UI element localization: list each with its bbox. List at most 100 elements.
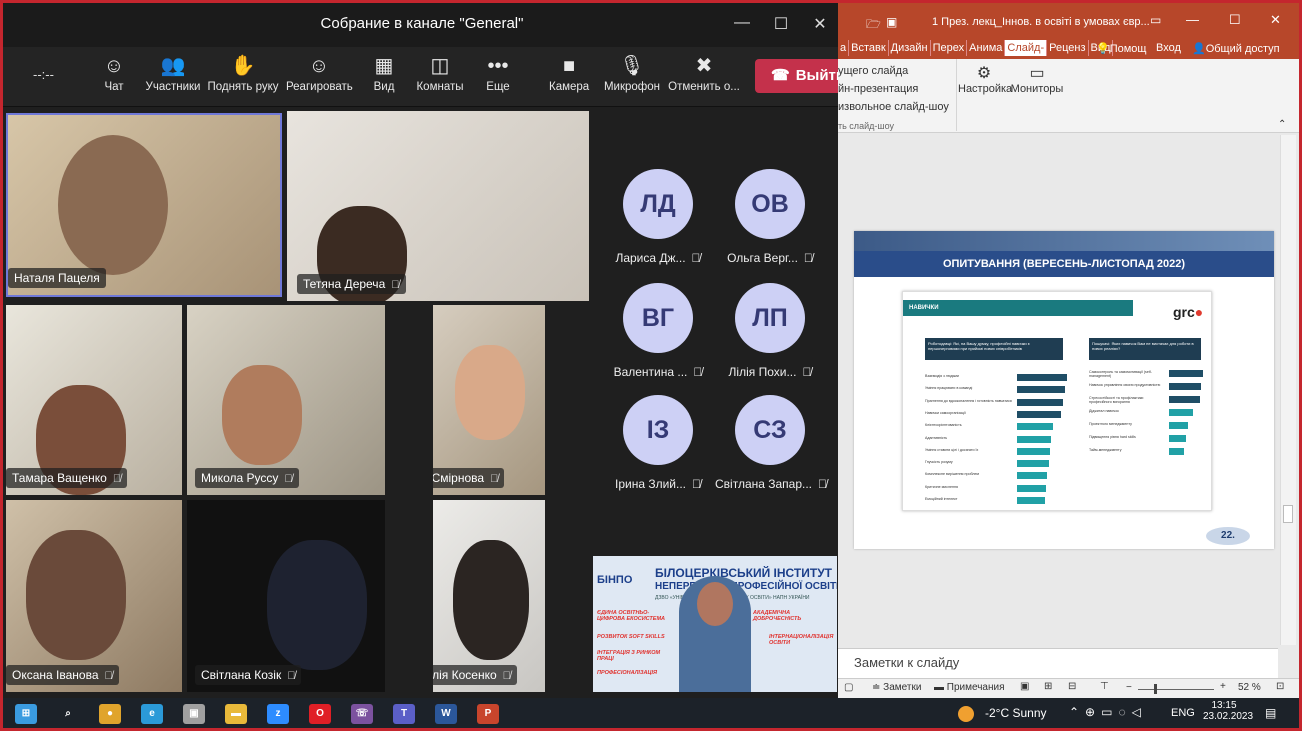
chrome-icon[interactable]: ● bbox=[99, 704, 121, 724]
zoom-level[interactable]: 52 % bbox=[1238, 682, 1261, 693]
scrollbar-thumb[interactable] bbox=[1283, 505, 1293, 523]
participant-name: Тетяна Дереча 🎙̸ bbox=[297, 274, 406, 294]
edge-icon[interactable]: e bbox=[141, 704, 163, 724]
viber-icon[interactable]: ☏ bbox=[351, 704, 373, 724]
video-tile[interactable]: Наталія Косенко🎙̸ bbox=[433, 500, 545, 692]
tell-me-icon[interactable]: 💡Помощ bbox=[1096, 42, 1146, 55]
skill-label: Емоційний інтелект bbox=[925, 497, 958, 501]
rooms-button[interactable]: ◫ Комнаты bbox=[415, 53, 465, 103]
app-icon[interactable]: ▣ bbox=[183, 704, 205, 724]
reading-view-icon[interactable]: ⊟ bbox=[1068, 681, 1076, 692]
participant-avatar[interactable]: ВГ bbox=[623, 283, 693, 353]
powerpoint-icon[interactable]: P bbox=[477, 704, 499, 724]
ribbon-display-icon[interactable]: ▭ bbox=[1150, 13, 1161, 27]
explorer-icon[interactable]: ▬ bbox=[225, 704, 247, 724]
skill-bar bbox=[1169, 435, 1186, 442]
ribbon-divider bbox=[956, 59, 957, 131]
skill-label: Взаємодія з людьми bbox=[925, 374, 959, 378]
slide[interactable]: ОПИТУВАННЯ (ВЕРЕСЕНЬ-ЛИСТОПАД 2022) НАВИ… bbox=[854, 231, 1274, 549]
presenter-video[interactable]: БІНПО БІЛОЦЕРКІВСЬКИЙ ІНСТИТУТ НЕПЕРЕРВН… bbox=[593, 556, 837, 692]
notes-button[interactable]: ≐ Заметки bbox=[872, 682, 921, 693]
slideshow-view-icon[interactable]: ⊤ bbox=[1100, 681, 1109, 692]
open-icon[interactable]: 🗁 bbox=[866, 15, 881, 36]
word-icon[interactable]: W bbox=[435, 704, 457, 724]
participant-avatar[interactable]: ОВ bbox=[735, 169, 805, 239]
sorter-view-icon[interactable]: ⊞ bbox=[1044, 681, 1052, 692]
zoom-icon[interactable]: z bbox=[267, 704, 289, 724]
close-icon[interactable]: ✕ bbox=[1270, 12, 1281, 28]
zoom-in-icon[interactable]: + bbox=[1220, 681, 1226, 692]
share-button[interactable]: 👤Общий доступ bbox=[1192, 42, 1280, 55]
teams-icon[interactable]: T bbox=[393, 704, 415, 724]
participant-name: Наталя Пацеля bbox=[8, 268, 106, 288]
maximize-icon[interactable]: ☐ bbox=[1229, 12, 1241, 28]
close-icon[interactable]: ✕ bbox=[809, 14, 831, 34]
leave-button[interactable]: ☎ Выйти bbox=[755, 59, 845, 93]
zoom-out-icon[interactable]: − bbox=[1126, 682, 1132, 693]
windows-icon[interactable]: ⊞ bbox=[15, 704, 37, 724]
weather-text[interactable]: -2°C Sunny bbox=[985, 706, 1047, 720]
ribbon-tab[interactable]: а bbox=[838, 40, 850, 56]
more-button[interactable]: ••• Еще bbox=[483, 53, 513, 103]
banner-tag: ЄДИНА ОСВІТНЬО-ЦИФРОВА ЕКОСИСТЕМА bbox=[597, 610, 665, 622]
ribbon-tab[interactable]: Слайд- bbox=[1005, 40, 1048, 56]
camera-button[interactable]: ■ Камера bbox=[549, 53, 589, 103]
fit-slide-icon[interactable]: ⊡ bbox=[1276, 681, 1284, 692]
ribbon-item[interactable]: йн-презентация bbox=[838, 83, 918, 95]
search-icon[interactable]: ⌕ bbox=[57, 704, 79, 724]
status-icon[interactable]: ▢ bbox=[844, 682, 853, 693]
participant-avatar[interactable]: ЛП bbox=[735, 283, 805, 353]
ribbon-item[interactable]: извольное слайд-шоу bbox=[838, 101, 949, 113]
ribbon-tab[interactable]: Перех bbox=[930, 40, 968, 56]
participant-avatar[interactable]: ІЗ bbox=[623, 395, 693, 465]
notifications-icon[interactable]: ▤ bbox=[1265, 706, 1276, 720]
normal-view-icon[interactable]: ▣ bbox=[1020, 681, 1029, 692]
video-tile[interactable]: Тамара Ващенко 🎙̸ bbox=[6, 305, 182, 495]
mic-off-icon: 🎙̸ bbox=[692, 477, 701, 491]
video-tile[interactable]: Оксана Іванова 🎙̸ bbox=[6, 500, 182, 692]
ribbon-tab[interactable]: Вставк bbox=[849, 40, 889, 56]
chat-button[interactable]: ☺ Чат bbox=[99, 53, 129, 103]
share-cancel-button[interactable]: ✖ Отменить о... bbox=[668, 53, 740, 103]
phone-icon: ☎ bbox=[771, 67, 790, 84]
opera-icon[interactable]: O bbox=[309, 704, 331, 724]
tray-icons[interactable]: ⌃⊕▭◌◁ bbox=[1069, 705, 1147, 719]
video-tile[interactable]: Наталя Пацеля bbox=[6, 113, 282, 297]
minimize-icon[interactable]: — bbox=[731, 14, 753, 32]
minimize-icon[interactable]: — bbox=[1186, 12, 1199, 27]
zoom-slider-thumb[interactable] bbox=[1154, 684, 1157, 694]
microphone-button[interactable]: 🎙 Микрофон bbox=[601, 53, 663, 103]
video-tile[interactable]: Тетяна Дереча 🎙̸ bbox=[287, 111, 589, 301]
video-tile[interactable]: Світлана Козік 🎙̸ bbox=[187, 500, 385, 692]
ribbon-tab[interactable]: Реценз bbox=[1047, 40, 1089, 56]
ribbon-tab[interactable]: Анима bbox=[967, 40, 1006, 56]
participant-avatar[interactable]: ЛД bbox=[623, 169, 693, 239]
language-indicator[interactable]: ENG bbox=[1171, 707, 1195, 719]
survey-card: НАВИЧКИ grc● Роботодавці: Які, на Вашу д… bbox=[902, 291, 1212, 511]
zoom-slider[interactable] bbox=[1138, 689, 1214, 690]
vertical-scrollbar[interactable] bbox=[1280, 135, 1296, 645]
ribbon-item[interactable]: ущего слайда bbox=[838, 65, 908, 77]
participants-button[interactable]: 👥 Участники bbox=[143, 53, 203, 103]
raise-hand-button[interactable]: ✋ Поднять руку bbox=[207, 53, 279, 103]
maximize-icon[interactable]: ☐ bbox=[770, 14, 792, 34]
participant-video bbox=[455, 345, 525, 440]
react-button[interactable]: ☺ Реагировать bbox=[286, 53, 353, 103]
slideshow-icon[interactable]: ▣ bbox=[886, 15, 897, 29]
video-tile[interactable]: Інна Смірнова🎙̸ bbox=[433, 305, 545, 495]
sign-in-link[interactable]: Вход bbox=[1156, 42, 1181, 54]
collapse-ribbon-icon[interactable]: ⌃ bbox=[1278, 119, 1286, 130]
notes-pane[interactable]: Заметки к слайду bbox=[838, 648, 1278, 678]
clock[interactable]: 13:15 23.02.2023 bbox=[1203, 700, 1253, 722]
participant-avatar[interactable]: СЗ bbox=[735, 395, 805, 465]
toolbar-label: Чат bbox=[104, 81, 124, 93]
ribbon-tab[interactable]: Дизайн bbox=[888, 40, 931, 56]
banner-logo: БІНПО bbox=[597, 574, 633, 586]
skill-bar bbox=[1017, 460, 1049, 468]
setup-button[interactable]: ⚙ Настройка bbox=[958, 63, 1012, 95]
monitors-button[interactable]: ▭ Мониторы bbox=[1010, 63, 1064, 95]
view-button[interactable]: ▦ Вид bbox=[369, 53, 399, 103]
video-tile[interactable]: Микола Руссу 🎙̸ bbox=[187, 305, 385, 495]
participant-name: Світлана Козік 🎙̸ bbox=[195, 665, 302, 685]
comments-button[interactable]: ▬ Примечания bbox=[934, 682, 1005, 693]
